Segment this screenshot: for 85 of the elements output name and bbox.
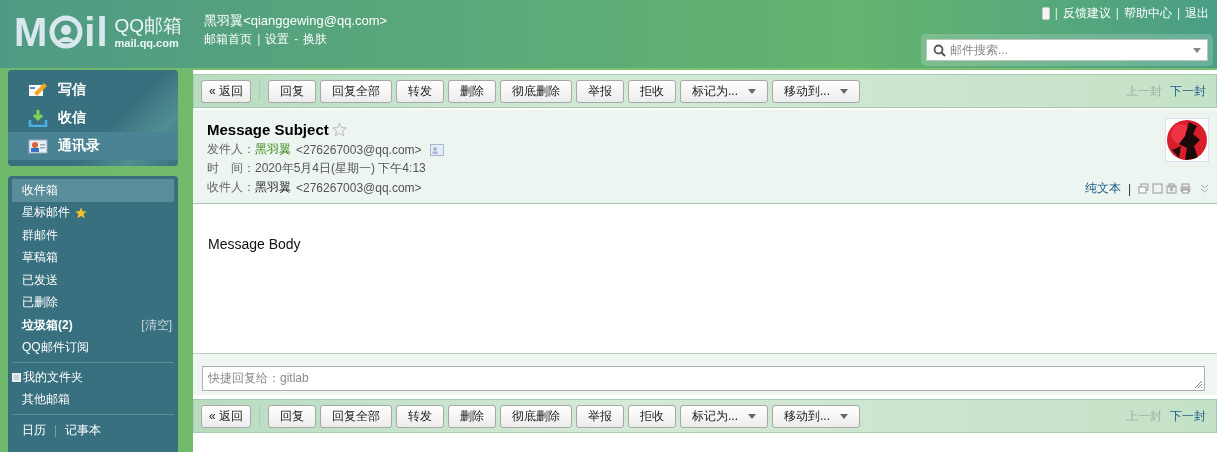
dropdown-button[interactable]: 移动到...	[772, 79, 861, 103]
message-subject: Message Subject	[207, 120, 329, 138]
sidebar-link[interactable]: 记事本	[65, 421, 102, 439]
separator: |	[257, 31, 261, 48]
sidebar-link[interactable]: 日历	[22, 421, 46, 439]
person-name[interactable]: 黑羽翼	[255, 179, 291, 196]
reply-box[interactable]: 快捷回复给：gitlab	[202, 366, 1205, 391]
toolbar-button[interactable]: 回复	[268, 404, 316, 428]
back-button[interactable]: « 返回	[201, 404, 251, 428]
field-label: 收件人：	[207, 179, 255, 196]
separator: |	[54, 423, 58, 437]
field-value: 2020年5月4日(星期一) 下午4:13	[255, 160, 426, 177]
separator: |	[1115, 5, 1119, 22]
brand-name: QQ邮箱	[114, 15, 183, 37]
toolbar-button[interactable]: 彻底删除	[500, 79, 572, 103]
folder-item[interactable]: 已发送	[22, 271, 58, 289]
logo-letters: M	[14, 12, 49, 52]
person-name[interactable]: 黑羽翼	[255, 141, 291, 158]
caret-icon	[748, 88, 757, 94]
back-button[interactable]: « 返回	[201, 79, 251, 103]
caret-icon	[840, 88, 849, 94]
dropdown-button[interactable]: 标记为...	[680, 404, 769, 428]
folder-item[interactable]: 草稿箱	[22, 249, 58, 267]
header-link[interactable]: 设置	[265, 30, 290, 48]
toolbar-button[interactable]: 转发	[396, 79, 444, 103]
folder-item[interactable]: 其他邮箱	[22, 391, 70, 409]
windows-icon	[1138, 183, 1149, 194]
sidebar-action[interactable]: 通讯录	[8, 132, 178, 160]
field-label: 发件人：	[207, 141, 255, 158]
toolbar-button[interactable]: 彻底删除	[500, 404, 572, 428]
download-icon	[28, 109, 48, 127]
contact-card-icon	[28, 137, 48, 155]
header-link[interactable]: 换肤	[303, 30, 328, 48]
header-link[interactable]: 邮箱首页	[204, 30, 253, 48]
separator: -	[294, 31, 299, 48]
sidebar-action[interactable]: 写信	[8, 76, 178, 104]
logo-icon	[49, 15, 84, 49]
message-body: Message Body	[208, 236, 301, 252]
separator: |	[1054, 5, 1058, 22]
folder-item[interactable]: 星标邮件	[22, 204, 70, 222]
folder-item[interactable]: 垃圾箱(2)	[22, 316, 73, 334]
header-link[interactable]: 反馈建议	[1062, 4, 1111, 22]
folder-item[interactable]: 群邮件	[22, 226, 58, 244]
separator: |	[1176, 5, 1180, 22]
pager-link[interactable]: 下一封	[1170, 82, 1206, 100]
email-address: <276267003@qq.com>	[296, 180, 422, 195]
clear-link[interactable]: [清空]	[141, 316, 174, 334]
dropdown-button[interactable]: 标记为...	[680, 79, 769, 103]
caret-icon	[1193, 47, 1201, 53]
toolbar-button[interactable]: 举报	[576, 404, 624, 428]
header-link[interactable]: 帮助中心	[1123, 4, 1172, 22]
folder-item[interactable]: QQ邮件订阅	[22, 339, 89, 357]
folder-item[interactable]: 收件箱	[12, 179, 174, 202]
separator: |	[1127, 181, 1131, 196]
dropdown-button[interactable]: 移动到...	[772, 404, 861, 428]
resize-grip-icon	[1192, 378, 1203, 389]
printer-icon	[1180, 183, 1191, 194]
caret-icon	[840, 413, 849, 419]
search-box[interactable]: 邮件搜索...	[926, 39, 1208, 61]
folder-item[interactable]: 我的文件夹	[23, 368, 83, 386]
email-address: <276267003@qq.com>	[296, 142, 422, 157]
search-icon	[933, 43, 946, 57]
toolbar-button[interactable]: 删除	[448, 404, 496, 428]
plain-text-link[interactable]: 纯文本	[1084, 180, 1121, 197]
window-icon	[1152, 183, 1163, 194]
sidebar-action[interactable]: 收信	[8, 104, 178, 132]
caret-icon	[748, 413, 757, 419]
folder-item[interactable]: 已删除	[22, 294, 58, 312]
compose-icon	[28, 81, 48, 99]
user-account: 黑羽翼<qianggewing@qq.com>	[204, 12, 388, 30]
toolbar-button[interactable]: 删除	[448, 79, 496, 103]
brand-domain: mail.qq.com	[114, 37, 180, 49]
toolbar-button[interactable]: 举报	[576, 79, 624, 103]
pager-link[interactable]: 下一封	[1170, 407, 1206, 425]
toolbar-button[interactable]: 回复全部	[320, 404, 392, 428]
toolbar-button[interactable]: 拒收	[628, 404, 676, 428]
expand-icon	[1200, 184, 1209, 193]
toolbar-button[interactable]: 拒收	[628, 79, 676, 103]
toolbar-button[interactable]: 转发	[396, 404, 444, 428]
toolbar-button[interactable]: 回复全部	[320, 79, 392, 103]
phone-icon	[1041, 6, 1050, 20]
logo-letters: il	[84, 12, 109, 52]
field-label: 时 间：	[207, 160, 255, 177]
header-link[interactable]: 退出	[1185, 4, 1209, 22]
toolbar-button[interactable]: 回复	[268, 79, 316, 103]
